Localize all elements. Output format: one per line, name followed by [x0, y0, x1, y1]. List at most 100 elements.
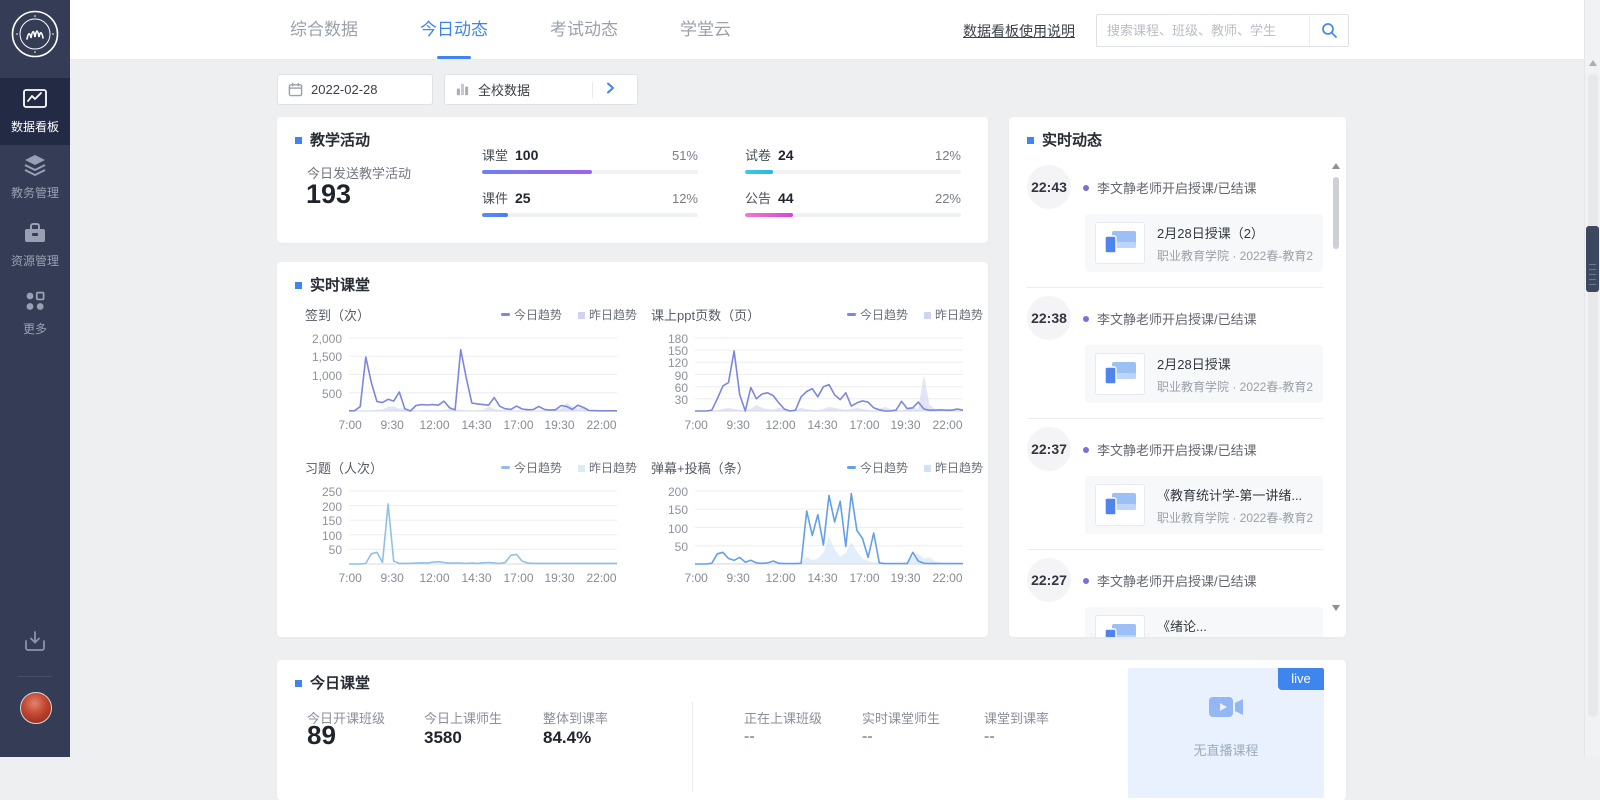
- feed-event: 李文静老师开启授课/已结课: [1083, 440, 1257, 459]
- x-tick-label: 7:00: [338, 571, 361, 585]
- sidebar-divider: [18, 676, 52, 677]
- sidebar-download[interactable]: [0, 628, 70, 659]
- course-title: 2月28日授课（2）: [1157, 223, 1313, 242]
- legend-today[interactable]: 今日趋势: [847, 306, 908, 323]
- progress-fill: [482, 170, 592, 174]
- stat-ketang: 课堂10051%: [482, 147, 698, 187]
- feed-item: 22:37 李文静老师开启授课/已结课 《教育统计学-第一讲绪... 职业教育学…: [1027, 419, 1323, 550]
- stat-value: --: [984, 728, 995, 746]
- x-tick-label: 19:30: [890, 418, 920, 432]
- stat-gonggao: 公告4422%: [745, 190, 961, 230]
- legend-yesterday[interactable]: 昨日趋势: [578, 459, 637, 476]
- sidebar-item-databoard[interactable]: 数据看板: [0, 78, 70, 145]
- school-data-icon: [455, 82, 470, 97]
- course-title: 2月28日授课: [1157, 354, 1313, 373]
- event-dot: [1083, 316, 1089, 322]
- realtime-feed-card: 实时动态 22:43 李文静老师开启授课/已结课 2月28日授课（2） 职业教育…: [1009, 117, 1346, 637]
- x-tick-label: 19:30: [544, 571, 574, 585]
- help-link[interactable]: 数据看板使用说明: [963, 21, 1075, 41]
- feed-time: 22:38: [1027, 296, 1071, 340]
- progress-track: [745, 170, 961, 174]
- line-chart-plot: 7:009:3012:0014:3017:0019:3022:00: [349, 328, 617, 433]
- avatar[interactable]: [20, 692, 52, 724]
- feed-course-card[interactable]: 《教育统计学-第一讲绪... 职业教育学院 · 2022春-教育2...: [1085, 476, 1323, 534]
- chart-title: 课上ppt页数（页）: [651, 305, 760, 324]
- feed-scroll-down-arrow[interactable]: [1332, 605, 1340, 611]
- feed-item: 22:38 李文静老师开启授课/已结课 2月28日授课 职业教育学院 · 202…: [1027, 288, 1323, 419]
- x-tick-label: 7:00: [684, 418, 707, 432]
- sidebar-item-more[interactable]: 更多: [0, 282, 70, 345]
- legend-today[interactable]: 今日趋势: [501, 459, 562, 476]
- activity-summary-value: 193: [306, 179, 351, 210]
- scope-select[interactable]: 全校数据: [444, 74, 638, 105]
- course-device-icon: [1095, 353, 1145, 395]
- x-tick-label: 9:30: [726, 418, 749, 432]
- feed-time: 22:43: [1027, 165, 1071, 209]
- search-input[interactable]: [1097, 23, 1309, 38]
- sidebar: 数据看板 教务管理 资源管理: [0, 0, 70, 757]
- dashboard-page: 数据看板 教务管理 资源管理: [0, 0, 1600, 757]
- toolbox-icon: [0, 221, 70, 250]
- y-tick-label: 200: [322, 500, 342, 514]
- x-tick-label: 12:00: [765, 418, 795, 432]
- stat-label: 正在上课班级: [744, 708, 822, 727]
- x-tick-label: 14:30: [461, 418, 491, 432]
- stat-label: 整体到课率: [543, 708, 608, 727]
- page-scrollbar-thumb[interactable]: [1586, 226, 1599, 292]
- tab-exam[interactable]: 考试动态: [550, 0, 618, 59]
- x-tick-label: 12:00: [765, 571, 795, 585]
- page-scrollbar-track[interactable]: [1588, 74, 1598, 717]
- legend-yesterday[interactable]: 昨日趋势: [924, 306, 983, 323]
- sidebar-item-resources[interactable]: 资源管理: [0, 214, 70, 277]
- course-title: 《教育统计学-第一讲绪...: [1157, 485, 1313, 504]
- live-preview[interactable]: live 无直播课程: [1128, 668, 1324, 798]
- page-scroll-up-arrow[interactable]: [1589, 60, 1597, 66]
- y-tick-label: 1,500: [312, 350, 342, 364]
- feed-course-card[interactable]: 2月28日授课 职业教育学院 · 2022春-教育2...: [1085, 345, 1323, 403]
- top-tabs: 综合数据 今日动态 考试动态 学堂云: [290, 0, 731, 59]
- progress-track: [482, 213, 698, 217]
- legend-today[interactable]: 今日趋势: [501, 306, 562, 323]
- feed-event: 李文静老师开启授课/已结课: [1083, 178, 1257, 197]
- date-picker[interactable]: 2022-02-28: [277, 74, 433, 105]
- stat-value: --: [862, 728, 873, 746]
- stat-value: 3580: [424, 728, 462, 748]
- tab-overview[interactable]: 综合数据: [290, 0, 358, 59]
- charts-grid: 签到（次）今日趋势昨日趋势2,0001,5001,0005007:009:301…: [305, 304, 983, 586]
- legend-yesterday[interactable]: 昨日趋势: [924, 459, 983, 476]
- x-tick-label: 19:30: [890, 571, 920, 585]
- download-icon: [22, 628, 48, 654]
- scope-value: 全校数据: [478, 80, 584, 99]
- x-tick-label: 9:30: [380, 571, 403, 585]
- sidebar-item-academic[interactable]: 教务管理: [0, 146, 70, 209]
- search-button[interactable]: [1309, 15, 1348, 46]
- feed-course-card[interactable]: 《绪论... 职业教育学院 · 2022春-教育2...: [1085, 607, 1323, 637]
- y-tick-label: 50: [675, 540, 688, 554]
- card-title: 今日课堂: [295, 672, 370, 693]
- search-box: [1096, 14, 1349, 47]
- chart-legend: 今日趋势昨日趋势: [847, 306, 983, 323]
- y-tick-label: 500: [322, 387, 342, 401]
- course-meta: 职业教育学院 · 2022春-教育2...: [1157, 247, 1313, 264]
- feed-scrollbar-thumb[interactable]: [1333, 177, 1339, 249]
- legend-today[interactable]: 今日趋势: [847, 459, 908, 476]
- feed-list: 22:43 李文静老师开启授课/已结课 2月28日授课（2） 职业教育学院 · …: [1027, 157, 1323, 637]
- course-title: 《绪论...: [1157, 616, 1313, 635]
- scope-expand-chevron[interactable]: [593, 82, 627, 97]
- stat-label: 课堂到课率: [984, 708, 1049, 727]
- feed-course-card[interactable]: 2月28日授课（2） 职业教育学院 · 2022春-教育2...: [1085, 214, 1323, 272]
- legend-yesterday[interactable]: 昨日趋势: [578, 306, 637, 323]
- x-tick-label: 17:00: [503, 571, 533, 585]
- vertical-divider: [692, 702, 693, 792]
- tab-xuetangyun[interactable]: 学堂云: [680, 0, 731, 59]
- y-tick-label: 50: [329, 543, 342, 557]
- feed-item: 22:27 李文静老师开启授课/已结课 《绪论... 职业教育学院 · 2022…: [1027, 550, 1323, 637]
- x-tick-label: 7:00: [684, 571, 707, 585]
- feed-scroll-up-arrow[interactable]: [1332, 163, 1340, 169]
- line-chart-plot: 7:009:3012:0014:3017:0019:3022:00: [695, 481, 963, 586]
- tab-today[interactable]: 今日动态: [420, 0, 488, 59]
- feed-event: 李文静老师开启授课/已结课: [1083, 309, 1257, 328]
- x-tick-label: 22:00: [932, 571, 962, 585]
- x-tick-label: 9:30: [380, 418, 403, 432]
- y-tick-label: 2,000: [312, 332, 342, 346]
